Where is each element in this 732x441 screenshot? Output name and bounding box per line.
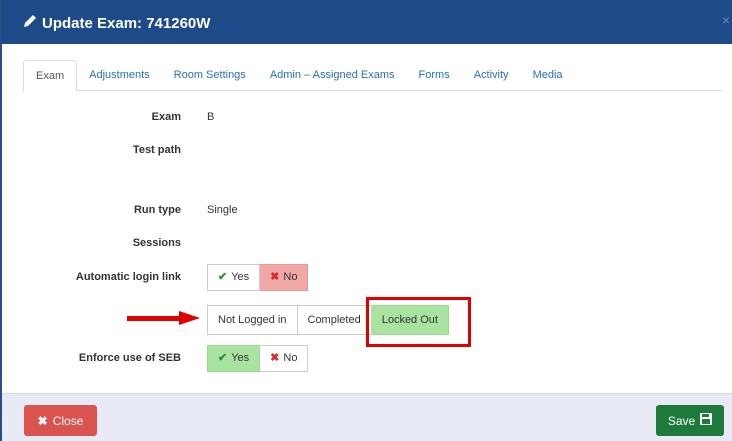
enforce-seb-yes-label: Yes xyxy=(231,352,250,364)
check-icon: ✔ xyxy=(218,271,228,283)
pencil-icon xyxy=(22,13,38,33)
auto-login-no-label: No xyxy=(283,271,298,283)
red-arrow-annotation xyxy=(127,311,200,325)
check-icon: ✔ xyxy=(218,352,228,364)
floppy-disk-icon xyxy=(700,413,713,428)
exam-label: Exam xyxy=(151,111,181,123)
save-button[interactable]: Save xyxy=(656,405,724,436)
tab-activity[interactable]: Activity xyxy=(462,60,521,91)
red-highlight-annotation xyxy=(366,297,471,347)
tab-bar: Exam Adjustments Room Settings Admin – A… xyxy=(23,60,722,92)
tab-exam[interactable]: Exam xyxy=(23,60,78,92)
run-type-value: Single xyxy=(207,204,238,216)
update-exam-modal: Update Exam: 741260W × Exam Adjustments … xyxy=(0,0,732,441)
close-button-label: Close xyxy=(52,413,84,428)
tab-admin-assigned-exams[interactable]: Admin – Assigned Exams xyxy=(258,60,407,91)
close-x-icon: ✖ xyxy=(37,413,48,428)
auto-login-yes-button[interactable]: ✔ Yes xyxy=(207,264,261,291)
close-button[interactable]: ✖ Close xyxy=(24,405,97,436)
tab-adjustments[interactable]: Adjustments xyxy=(77,60,162,91)
status-not-logged-in-button[interactable]: Not Logged in xyxy=(207,305,298,335)
enforce-seb-no-button[interactable]: ✖ No xyxy=(260,345,309,372)
run-type-label: Run type xyxy=(133,204,181,216)
modal-title-text: Update Exam: 741260W xyxy=(42,14,211,32)
sessions-label: Sessions xyxy=(132,237,181,249)
modal-title: Update Exam: 741260W xyxy=(22,13,210,33)
tab-room-settings[interactable]: Room Settings xyxy=(162,60,258,91)
cross-icon: ✖ xyxy=(270,352,280,364)
close-icon[interactable]: × xyxy=(722,12,730,28)
auto-login-no-button[interactable]: ✖ No xyxy=(260,264,309,291)
enforce-seb-toggle: ✔ Yes ✖ No xyxy=(207,345,309,372)
cross-icon: ✖ xyxy=(270,271,280,283)
tab-forms[interactable]: Forms xyxy=(407,60,462,91)
modal-footer xyxy=(2,393,732,441)
tab-media[interactable]: Media xyxy=(521,60,575,91)
enforce-seb-yes-button[interactable]: ✔ Yes xyxy=(207,345,261,372)
enforce-seb-no-label: No xyxy=(283,352,298,364)
enforce-seb-label: Enforce use of SEB xyxy=(78,352,181,364)
status-completed-button[interactable]: Completed xyxy=(297,305,372,335)
exam-value: B xyxy=(207,111,215,123)
test-path-label: Test path xyxy=(132,144,181,156)
auto-login-label: Automatic login link xyxy=(75,271,181,283)
auto-login-toggle: ✔ Yes ✖ No xyxy=(207,264,309,291)
modal-header: Update Exam: 741260W × xyxy=(2,0,732,44)
auto-login-yes-label: Yes xyxy=(231,271,250,283)
save-button-label: Save xyxy=(667,413,696,428)
